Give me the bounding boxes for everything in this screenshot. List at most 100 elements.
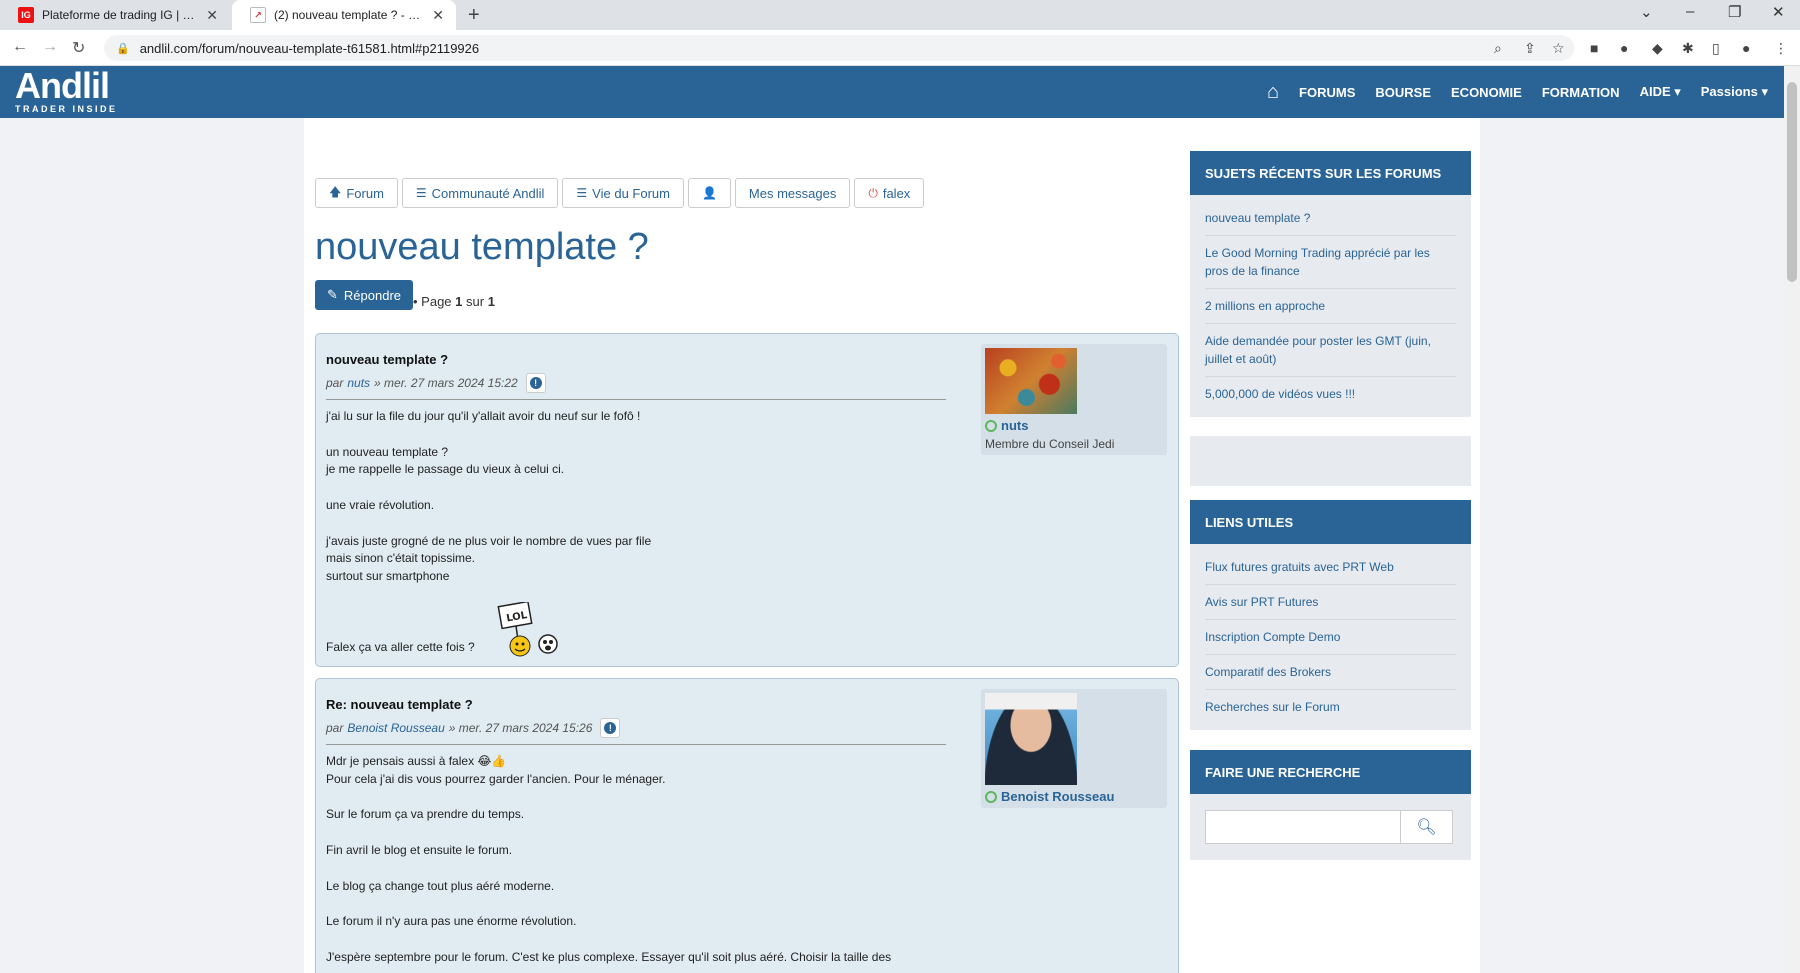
recent-topic-link[interactable]: 2 millions en approche [1205, 289, 1456, 324]
forum-button[interactable]: 🡅 Forum [315, 178, 398, 208]
avatar[interactable] [985, 348, 1077, 414]
tab-title: (2) nouveau template ? - Forum [274, 8, 424, 22]
bookmark-star-icon[interactable]: ☆ [1552, 40, 1565, 57]
username-link[interactable]: Benoist Rousseau [1001, 789, 1114, 804]
close-window-icon[interactable]: ✕ [1772, 3, 1785, 21]
andlil-logo[interactable]: Andlil TRADER INSIDE [15, 68, 118, 115]
list-icon: ☰ [576, 186, 588, 200]
address-bar: ← → ↻ 🔒 andlil.com/forum/nouveau-templat… [0, 30, 1800, 66]
page-info: • Page 1 sur 1 [413, 294, 495, 309]
profile-icon[interactable]: ● [1742, 40, 1750, 56]
panel-title: SUJETS RÉCENTS SUR LES FORUMS [1190, 151, 1471, 195]
zoom-icon[interactable]: ⌕ [1494, 40, 1502, 57]
search-input[interactable] [1205, 810, 1401, 844]
username-link[interactable]: nuts [1001, 418, 1028, 433]
online-status-icon [985, 419, 997, 432]
info-icon: ! [604, 722, 617, 734]
post-divider [326, 399, 946, 400]
post-title[interactable]: nouveau template ? [326, 352, 448, 367]
post-author-link[interactable]: nuts [347, 376, 370, 390]
messages-button[interactable]: Mes messages [734, 178, 851, 208]
scrollbar-thumb[interactable] [1787, 82, 1797, 282]
vie-forum-button[interactable]: ☰ Vie du Forum [562, 178, 684, 208]
online-status-icon [985, 790, 997, 803]
extension-icon[interactable]: ◆ [1652, 40, 1663, 57]
nav-economie[interactable]: ECONOMIE [1451, 85, 1522, 100]
recent-topic-link[interactable]: nouveau template ? [1205, 201, 1456, 236]
edit-icon: ✎ [327, 287, 338, 302]
panel-title: LIENS UTILES [1190, 500, 1471, 544]
extension-icon[interactable]: ■ [1590, 40, 1598, 56]
search-panel: FAIRE UNE RECHERCHE 🔍︎ [1190, 750, 1471, 860]
ig-favicon-icon: IG [18, 7, 34, 23]
post-author-profile: nuts Membre du Conseil Jedi [981, 344, 1167, 455]
search-form: 🔍︎ [1205, 810, 1453, 844]
lol-smiley-icon: LOL [497, 602, 558, 657]
post-title[interactable]: Re: nouveau template ? [326, 697, 473, 712]
share-icon[interactable]: ⇪ [1524, 40, 1536, 57]
communaute-button[interactable]: ☰ Communauté Andlil [401, 178, 559, 208]
side-panel-icon[interactable]: ▯ [1712, 40, 1720, 57]
chart-favicon-icon: ↗ [250, 7, 266, 23]
url-text: andlil.com/forum/nouveau-template-t61581… [139, 40, 480, 56]
post-author-profile: Benoist Rousseau [981, 689, 1167, 808]
useful-link[interactable]: Avis sur PRT Futures [1205, 585, 1456, 620]
reply-button[interactable]: ✎ Répondre [315, 280, 414, 310]
search-icon: 🔍︎ [1416, 819, 1437, 836]
close-tab-icon[interactable]: ✕ [206, 7, 218, 24]
recent-topic-link[interactable]: 5,000,000 de vidéos vues !!! [1205, 377, 1456, 411]
post-author-link[interactable]: Benoist Rousseau [347, 721, 444, 735]
post-info-button[interactable]: ! [525, 373, 546, 393]
nav-passions[interactable]: Passions ▾ [1701, 84, 1768, 100]
home-icon[interactable]: ⌂ [1267, 81, 1279, 104]
nav-forums[interactable]: FORUMS [1299, 85, 1355, 100]
post-body: j'ai lu sur la file du jour qu'il y'alla… [326, 409, 652, 655]
nav-aide[interactable]: AIDE ▾ [1640, 84, 1681, 100]
user-rank: Membre du Conseil Jedi [985, 437, 1115, 451]
new-tab-icon[interactable]: + [468, 4, 480, 27]
browser-tab-forum[interactable]: ↗ (2) nouveau template ? - Forum ✕ [232, 0, 456, 30]
useful-link[interactable]: Comparatif des Brokers [1205, 655, 1456, 690]
power-icon: ⏻ [868, 185, 878, 200]
url-field[interactable]: 🔒 andlil.com/forum/nouveau-template-t615… [104, 35, 1574, 61]
minimize-icon[interactable]: – [1686, 3, 1694, 20]
page-content: 🡅 Forum ☰ Communauté Andlil ☰ Vie du Forum … [304, 118, 1480, 973]
extension-icon[interactable]: ● [1620, 40, 1628, 56]
useful-link[interactable]: Recherches sur le Forum [1205, 690, 1456, 724]
forum-post: Re: nouveau template ? par Benoist Rouss… [315, 678, 1179, 973]
post-meta: par nuts » mer. 27 mars 2024 15:22 ! [326, 373, 546, 393]
post-info-button[interactable]: ! [600, 718, 621, 738]
top-nav: ⌂ FORUMS BOURSE ECONOMIE FORMATION AIDE … [1267, 66, 1768, 118]
close-tab-icon[interactable]: ✕ [432, 7, 444, 24]
avatar[interactable] [985, 693, 1077, 785]
info-icon: ! [529, 377, 542, 389]
user-profile-button[interactable]: 👤 [687, 178, 731, 208]
post-divider [326, 744, 946, 745]
tab-title: Plateforme de trading IG | CFD [42, 8, 199, 22]
tab-search-icon[interactable]: ⌄ [1640, 3, 1653, 21]
menu-icon[interactable]: ⋮ [1774, 40, 1788, 57]
back-icon[interactable]: ← [12, 38, 28, 56]
reload-icon[interactable]: ↻ [72, 38, 85, 58]
logout-button[interactable]: ⏻ falex [854, 178, 925, 208]
nav-bourse[interactable]: BOURSE [1375, 85, 1431, 100]
recent-topic-link[interactable]: Le Good Morning Trading apprécié par les… [1205, 236, 1456, 289]
nav-formation[interactable]: FORMATION [1542, 85, 1620, 100]
post-meta: par Benoist Rousseau » mer. 27 mars 2024… [326, 718, 621, 738]
browser-tab-bar: IG Plateforme de trading IG | CFD ✕ ↗ (2… [0, 0, 1800, 30]
useful-link[interactable]: Flux futures gratuits avec PRT Web [1205, 550, 1456, 585]
topic-title: nouveau template ? [315, 226, 649, 268]
forum-post: nouveau template ? par nuts » mer. 27 ma… [315, 333, 1179, 667]
arrow-up-icon: 🡅 [329, 184, 342, 199]
recent-topic-link[interactable]: Aide demandée pour poster les GMT (juin,… [1205, 324, 1456, 377]
restore-icon[interactable]: ❐ [1728, 3, 1741, 21]
search-button[interactable]: 🔍︎ [1401, 810, 1453, 844]
browser-tab-ig[interactable]: IG Plateforme de trading IG | CFD ✕ [0, 0, 230, 30]
user-icon: 👤 [701, 186, 717, 200]
puzzle-icon[interactable]: ✱ [1682, 40, 1694, 57]
site-header: Andlil TRADER INSIDE ⌂ FORUMS BOURSE ECO… [0, 66, 1784, 118]
useful-link[interactable]: Inscription Compte Demo [1205, 620, 1456, 655]
forward-icon[interactable]: → [42, 38, 58, 56]
forum-toolbar: 🡅 Forum ☰ Communauté Andlil ☰ Vie du Forum … [315, 178, 925, 208]
page-scrollbar[interactable] [1784, 66, 1800, 973]
